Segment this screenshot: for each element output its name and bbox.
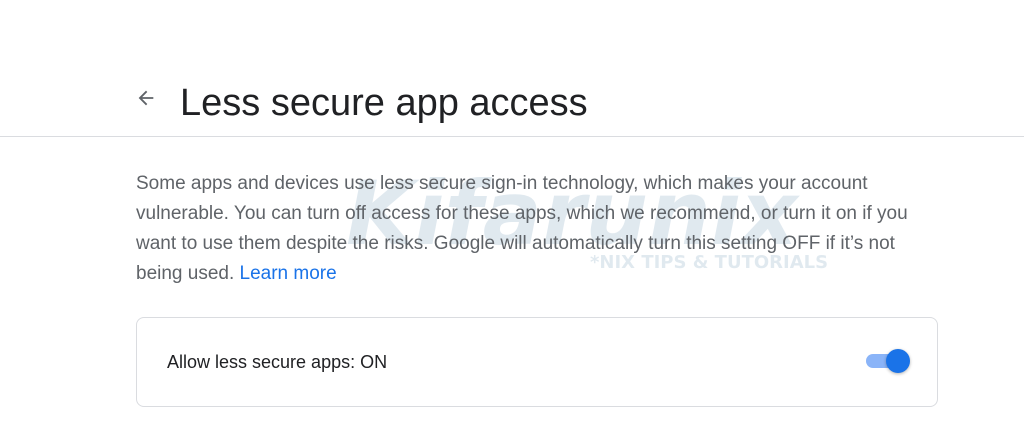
- page: Less secure app access Kifarunix *NIX TI…: [0, 0, 1024, 432]
- page-title: Less secure app access: [180, 82, 588, 124]
- toggle-thumb: [886, 349, 910, 373]
- setting-card: Allow less secure apps: ON: [136, 317, 938, 407]
- description: Some apps and devices use less secure si…: [136, 169, 946, 289]
- back-button[interactable]: [132, 86, 160, 114]
- less-secure-apps-toggle[interactable]: [864, 347, 912, 375]
- page-header: Less secure app access: [0, 60, 1024, 137]
- setting-label: Allow less secure apps: ON: [167, 352, 388, 372]
- learn-more-link[interactable]: Learn more: [240, 263, 337, 284]
- arrow-back-icon: [135, 87, 157, 114]
